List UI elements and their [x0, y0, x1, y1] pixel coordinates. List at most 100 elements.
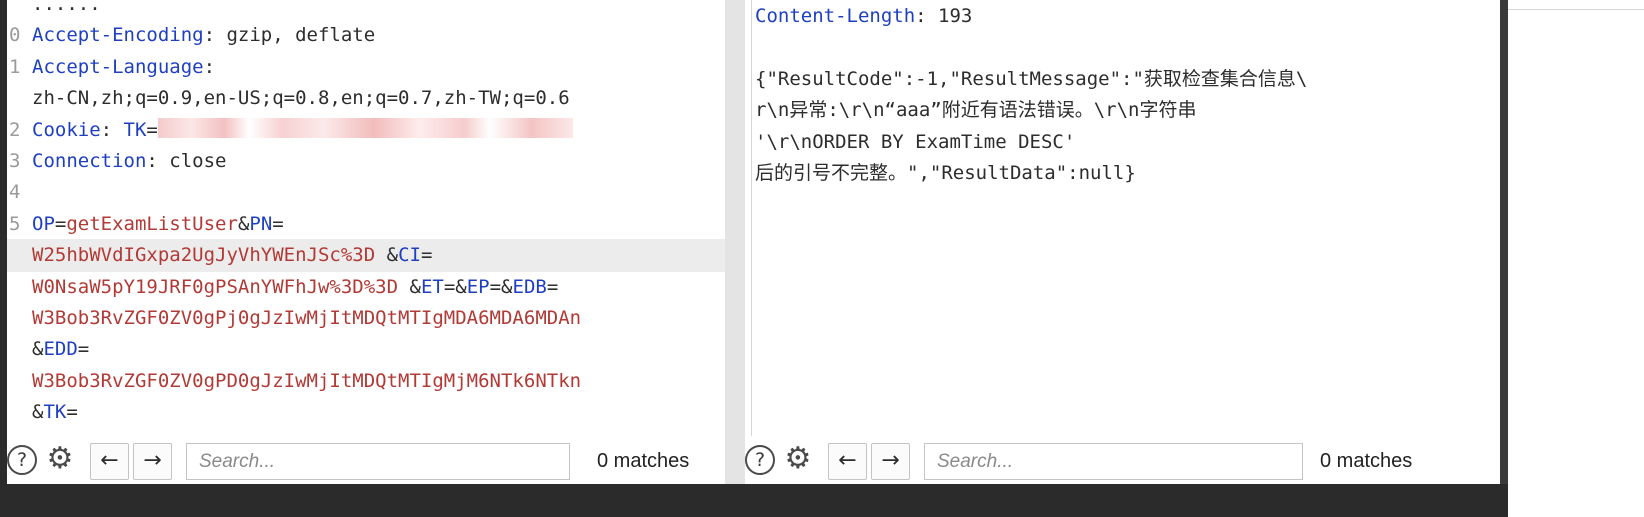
code-line[interactable]: 13{"ResultCode":-1,"ResultMessage":"获取检查… [745, 63, 1500, 96]
param-name: CI [398, 244, 421, 267]
code-text: = [146, 118, 158, 141]
code-text: & [398, 275, 421, 298]
next-match-button[interactable]: → [133, 443, 172, 480]
param-name: Content-Length [755, 5, 916, 27]
help-icon[interactable]: ? [745, 445, 775, 475]
arrow-right-icon: → [881, 448, 900, 473]
arrow-left-icon: ← [100, 448, 119, 473]
request-match-count: 0 matches [597, 450, 690, 472]
param-name: EDB [512, 275, 547, 298]
param-value: W0NsaW5pY19JRF0gPSAnYWFhJw%3D%3D [32, 275, 399, 298]
code-text: =& [489, 275, 513, 298]
param-value: getExamListUser [66, 212, 238, 235]
code-line[interactable]: r\n异常:\r\n“aaa”附近有语法错误。\r\n字符串 [745, 94, 1500, 127]
inspector-header-divider [1508, 9, 1644, 10]
code-line[interactable]: ...... [7, 0, 725, 21]
code-line[interactable]: 12 [745, 31, 1500, 64]
line-text: Connection: close [32, 145, 226, 178]
code-line[interactable]: &TK= [7, 396, 725, 429]
arrow-left-icon: ← [838, 448, 857, 473]
code-text: {"ResultCode":-1,"ResultMessage":"获取检查集合… [755, 67, 1308, 90]
line-text: OP=getExamListUser&PN= [32, 208, 284, 241]
code-text: zh-CN,zh;q=0.9,en-US;q=0.8,en;q=0.7,zh-T… [32, 87, 570, 110]
request-search-bar: ? ⚙ ← → 0 matches [7, 436, 725, 484]
response-search-bar: ? ⚙ ← → 0 matches [745, 436, 1500, 484]
arrow-right-icon: → [143, 448, 162, 473]
param-name: Connection [32, 150, 147, 172]
code-text: : 193 [915, 5, 973, 27]
code-line[interactable]: W3Bob3RvZGF0ZV0gPD0gJzIwMjItMDQtMTIgMjM6… [7, 365, 725, 398]
param-name: PN [249, 212, 273, 235]
line-text: &TK= [32, 396, 78, 429]
gear-icon[interactable]: ⚙ [43, 442, 77, 476]
code-line[interactable]: 2 Cookie: TK= [7, 114, 725, 147]
response-search-input[interactable] [924, 443, 1303, 480]
code-text: '\r\nORDER BY ExamTime DESC' [755, 130, 1076, 153]
next-match-button[interactable]: → [871, 443, 910, 480]
line-text: ...... [32, 0, 101, 21]
line-number: 3 [9, 150, 21, 172]
code-text: = [77, 338, 90, 361]
code-text: 后的引号不完整。","ResultData":null} [755, 162, 1136, 184]
redacted-cookie-value [157, 118, 573, 139]
param-name: TK [43, 401, 67, 424]
previous-match-button[interactable]: ← [828, 443, 867, 480]
code-line[interactable]: zh-CN,zh;q=0.9,en-US;q=0.8,en;q=0.7,zh-T… [7, 82, 725, 115]
param-name: OP [32, 212, 55, 235]
response-match-count: 0 matches [1320, 450, 1413, 472]
inspector-pane [1508, 0, 1644, 517]
code-text: = [66, 401, 78, 424]
line-number: 1 [9, 55, 21, 78]
line-number: 4 [9, 181, 21, 204]
help-icon[interactable]: ? [7, 445, 37, 475]
code-text: r\n异常:\r\n“aaa”附近有语法错误。\r\n字符串 [755, 99, 1197, 122]
code-line[interactable]: 3 Connection: close [7, 145, 725, 178]
param-value: W3Bob3RvZGF0ZV0gPj0gJzIwMjItMDQtMTIgMDA6… [32, 307, 582, 329]
line-text: 后的引号不完整。","ResultData":null} [755, 157, 1136, 190]
code-line[interactable]: &EDD= [7, 333, 725, 366]
code-text: = [420, 244, 433, 267]
line-number: 0 [9, 24, 21, 47]
code-text: & [375, 244, 399, 267]
previous-match-button[interactable]: ← [90, 443, 129, 480]
code-line[interactable]: 1 Accept-Language: [7, 51, 725, 84]
line-text: zh-CN,zh;q=0.9,en-US;q=0.8,en;q=0.7,zh-T… [32, 82, 570, 115]
code-text: & [32, 401, 44, 424]
code-text: & [237, 212, 250, 235]
param-value: W25hbWVdIGxpa2UgJyVhYWEnJSc%3D [32, 244, 376, 267]
code-text: = [272, 212, 284, 235]
pane-splitter[interactable] [725, 0, 745, 484]
line-text: {"ResultCode":-1,"ResultMessage":"获取检查集合… [755, 63, 1307, 96]
line-text: Content-Length: 193 [755, 0, 972, 33]
param-name: Cookie [32, 118, 101, 141]
param-name: EDD [43, 338, 78, 361]
pane-splitter[interactable] [1500, 0, 1508, 484]
request-search-input[interactable] [186, 443, 570, 480]
code-line[interactable]: 4 [7, 176, 725, 209]
code-line[interactable]: 5 OP=getExamListUser&PN= [7, 208, 725, 241]
line-text: W3Bob3RvZGF0ZV0gPj0gJzIwMjItMDQtMTIgMDA6… [32, 302, 581, 335]
code-text: : gzip, deflate [203, 24, 376, 47]
line-number: 2 [9, 118, 21, 141]
line-text: r\n异常:\r\n“aaa”附近有语法错误。\r\n字符串 [755, 94, 1196, 127]
code-line[interactable]: '\r\nORDER BY ExamTime DESC' [745, 126, 1500, 159]
response-viewer-pane[interactable]: 11Content-Length: 1931213{"ResultCode":-… [745, 0, 1500, 484]
code-line[interactable]: W0NsaW5pY19JRF0gPSAnYWFhJw%3D%3D &ET=&EP… [7, 271, 725, 304]
code-line[interactable]: W25hbWVdIGxpa2UgJyVhYWEnJSc%3D &CI= [7, 239, 725, 273]
code-line[interactable]: W3Bob3RvZGF0ZV0gPj0gJzIwMjItMDQtMTIgMDA6… [7, 302, 725, 335]
line-text: &EDD= [32, 333, 89, 366]
request-editor-pane[interactable]: ...... 0 Accept-Encoding: gzip, deflate 1 Ac… [7, 0, 725, 484]
gear-icon[interactable]: ⚙ [781, 442, 815, 476]
code-line[interactable]: 11Content-Length: 193 [745, 0, 1500, 33]
code-text: = [54, 212, 67, 235]
param-name: ET [420, 275, 444, 298]
param-value: W3Bob3RvZGF0ZV0gPD0gJzIwMjItMDQtMTIgMjM6… [32, 369, 582, 392]
line-text: '\r\nORDER BY ExamTime DESC' [755, 126, 1075, 159]
line-text: W0NsaW5pY19JRF0gPSAnYWFhJw%3D%3D &ET=&EP… [32, 271, 558, 304]
line-text: Cookie: TK= [32, 114, 573, 147]
code-line[interactable]: 0 Accept-Encoding: gzip, deflate [7, 19, 725, 52]
param-name: TK [123, 118, 147, 141]
code-text: : [203, 55, 216, 78]
line-text: Accept-Encoding: gzip, deflate [32, 19, 375, 52]
code-line[interactable]: 后的引号不完整。","ResultData":null} [745, 157, 1500, 190]
